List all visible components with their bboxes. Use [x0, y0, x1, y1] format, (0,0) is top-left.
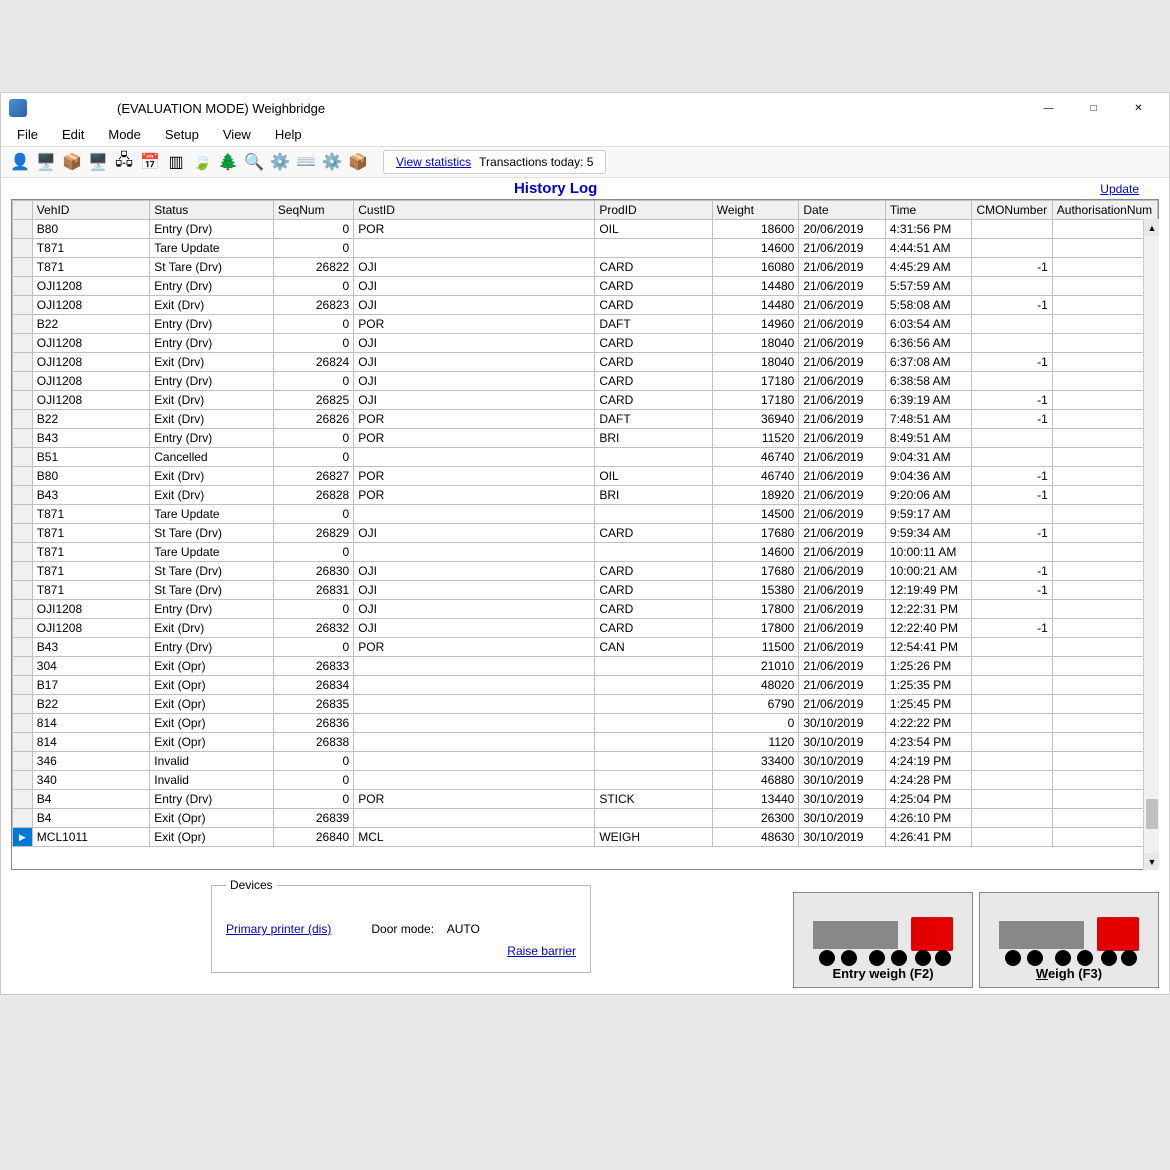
table-row[interactable]: B80Exit (Drv)26827POROIL4674021/06/20199… — [13, 467, 1158, 486]
col-vehid[interactable]: VehID — [32, 201, 149, 220]
table-row[interactable]: 304Exit (Opr)268332101021/06/20191:25:26… — [13, 657, 1158, 676]
table-row[interactable]: 814Exit (Opr)26836030/10/20194:22:22 PM0 — [13, 714, 1158, 733]
app-window: (EVALUATION MODE) Weighbridge — □ ✕ File… — [0, 92, 1170, 995]
devices-groupbox: Devices Primary printer (dis) Door mode:… — [211, 878, 591, 973]
menubar: FileEditModeSetupViewHelp — [1, 123, 1169, 146]
table-row[interactable]: 814Exit (Opr)26838112030/10/20194:23:54 … — [13, 733, 1158, 752]
vertical-scrollbar[interactable]: ▲ ▼ — [1143, 219, 1159, 870]
history-log-title: History Log — [11, 180, 1100, 197]
menu-view[interactable]: View — [213, 125, 261, 144]
view-statistics-link[interactable]: View statistics — [396, 155, 471, 169]
transactions-today-text: Transactions today: 5 — [479, 155, 593, 169]
devices-legend: Devices — [226, 878, 277, 892]
scroll-down-icon[interactable]: ▼ — [1144, 853, 1159, 870]
menu-help[interactable]: Help — [265, 125, 312, 144]
table-row[interactable]: B22Exit (Drv)26826PORDAFT3694021/06/2019… — [13, 410, 1158, 429]
config-icon[interactable]: 🖥️ — [85, 149, 111, 175]
col-time[interactable]: Time — [885, 201, 972, 220]
titlebar: (EVALUATION MODE) Weighbridge — □ ✕ — [1, 93, 1169, 123]
window-title: (EVALUATION MODE) Weighbridge — [35, 101, 1026, 116]
col-prodid[interactable]: ProdID — [595, 201, 712, 220]
col-weight[interactable]: Weight — [712, 201, 799, 220]
table-row[interactable]: 340Invalid04688030/10/20194:24:28 PM — [13, 771, 1158, 790]
table-row[interactable]: T871St Tare (Drv)26829OJICARD1768021/06/… — [13, 524, 1158, 543]
table-row[interactable]: OJI1208Entry (Drv)0OJICARD1804021/06/201… — [13, 334, 1158, 353]
truck-entry-icon — [813, 911, 953, 966]
menu-setup[interactable]: Setup — [155, 125, 209, 144]
toolbar: 👤🖥️📦🖥️🖧📅▥🍃🌲🔍⚙️⌨️⚙️📦 View statistics Tran… — [1, 146, 1169, 178]
scroll-thumb[interactable] — [1146, 799, 1158, 829]
table-row[interactable]: B22Exit (Opr)26835679021/06/20191:25:45 … — [13, 695, 1158, 714]
table-row[interactable]: T871Tare Update01450021/06/20199:59:17 A… — [13, 505, 1158, 524]
keyboard-icon[interactable]: ⌨️ — [293, 149, 319, 175]
table-row[interactable]: B17Exit (Opr)268344802021/06/20191:25:35… — [13, 676, 1158, 695]
table-row[interactable]: B43Entry (Drv)0PORBRI1152021/06/20198:49… — [13, 429, 1158, 448]
gear2-icon[interactable]: ⚙️ — [319, 149, 345, 175]
menu-file[interactable]: File — [7, 125, 48, 144]
door-mode-label: Door mode: — [371, 922, 434, 936]
box-icon[interactable]: 📦 — [59, 149, 85, 175]
menu-mode[interactable]: Mode — [98, 125, 151, 144]
history-grid[interactable]: VehIDStatusSeqNumCustIDProdIDWeightDateT… — [11, 199, 1159, 870]
tree-icon[interactable]: 🌲 — [215, 149, 241, 175]
table-row[interactable]: OJI1208Exit (Drv)26824OJICARD1804021/06/… — [13, 353, 1158, 372]
col-status[interactable]: Status — [150, 201, 274, 220]
user-icon[interactable]: 👤 — [7, 149, 33, 175]
entry-weigh-button[interactable]: Entry weigh (F2) — [793, 892, 973, 988]
table-row[interactable]: T871St Tare (Drv)26830OJICARD1768021/06/… — [13, 562, 1158, 581]
door-mode-value: AUTO — [447, 922, 480, 936]
update-link[interactable]: Update — [1100, 182, 1139, 196]
monitor-icon[interactable]: 🖥️ — [33, 149, 59, 175]
raise-barrier-link[interactable]: Raise barrier — [226, 944, 576, 958]
col-date[interactable]: Date — [799, 201, 886, 220]
truck-weigh-icon — [999, 911, 1139, 966]
table-row[interactable]: B80Entry (Drv)0POROIL1860020/06/20194:31… — [13, 220, 1158, 239]
table-row[interactable]: OJI1208Entry (Drv)0OJICARD1780021/06/201… — [13, 600, 1158, 619]
weigh-button[interactable]: Weigh (F3) — [979, 892, 1159, 988]
table-row[interactable]: OJI1208Exit (Drv)26823OJICARD1448021/06/… — [13, 296, 1158, 315]
menu-edit[interactable]: Edit — [52, 125, 94, 144]
network-icon[interactable]: 🖧 — [111, 149, 137, 175]
calendar-icon[interactable]: 📅 — [137, 149, 163, 175]
table-row[interactable]: T871St Tare (Drv)26822OJICARD1608021/06/… — [13, 258, 1158, 277]
table-row[interactable]: B43Entry (Drv)0PORCAN1150021/06/201912:5… — [13, 638, 1158, 657]
search-icon[interactable]: 🔍 — [241, 149, 267, 175]
table-row[interactable]: T871Tare Update01460021/06/20194:44:51 A… — [13, 239, 1158, 258]
table-row[interactable]: 346Invalid03340030/10/20194:24:19 PM — [13, 752, 1158, 771]
stats-panel: View statistics Transactions today: 5 — [383, 150, 606, 174]
table-row[interactable]: B22Entry (Drv)0PORDAFT1496021/06/20196:0… — [13, 315, 1158, 334]
leaf-icon[interactable]: 🍃 — [189, 149, 215, 175]
table-row[interactable]: B4Entry (Drv)0PORSTICK1344030/10/20194:2… — [13, 790, 1158, 809]
maximize-button[interactable]: □ — [1071, 93, 1116, 123]
package-icon[interactable]: 📦 — [345, 149, 371, 175]
scroll-up-icon[interactable]: ▲ — [1144, 219, 1159, 236]
col-custid[interactable]: CustID — [354, 201, 595, 220]
gear1-icon[interactable]: ⚙️ — [267, 149, 293, 175]
table-row[interactable]: MCL1011Exit (Opr)26840MCLWEIGH4863030/10… — [13, 828, 1158, 847]
col-cmonumber[interactable]: CMONumber — [972, 201, 1052, 220]
table-row[interactable]: OJI1208Exit (Drv)26825OJICARD1718021/06/… — [13, 391, 1158, 410]
barcode-icon[interactable]: ▥ — [163, 149, 189, 175]
primary-printer-link[interactable]: Primary printer (dis) — [226, 922, 331, 936]
table-row[interactable]: T871St Tare (Drv)26831OJICARD1538021/06/… — [13, 581, 1158, 600]
table-row[interactable]: OJI1208Entry (Drv)0OJICARD1718021/06/201… — [13, 372, 1158, 391]
col-seqnum[interactable]: SeqNum — [273, 201, 353, 220]
app-icon — [9, 99, 27, 117]
close-button[interactable]: ✕ — [1116, 93, 1161, 123]
table-row[interactable]: B51Cancelled04674021/06/20199:04:31 AM — [13, 448, 1158, 467]
table-row[interactable]: B4Exit (Opr)268392630030/10/20194:26:10 … — [13, 809, 1158, 828]
table-row[interactable]: OJI1208Entry (Drv)0OJICARD1448021/06/201… — [13, 277, 1158, 296]
minimize-button[interactable]: — — [1026, 93, 1071, 123]
table-row[interactable]: B43Exit (Drv)26828PORBRI1892021/06/20199… — [13, 486, 1158, 505]
col-authorisationnum[interactable]: AuthorisationNum — [1052, 201, 1157, 220]
table-row[interactable]: OJI1208Exit (Drv)26832OJICARD1780021/06/… — [13, 619, 1158, 638]
table-row[interactable]: T871Tare Update01460021/06/201910:00:11 … — [13, 543, 1158, 562]
